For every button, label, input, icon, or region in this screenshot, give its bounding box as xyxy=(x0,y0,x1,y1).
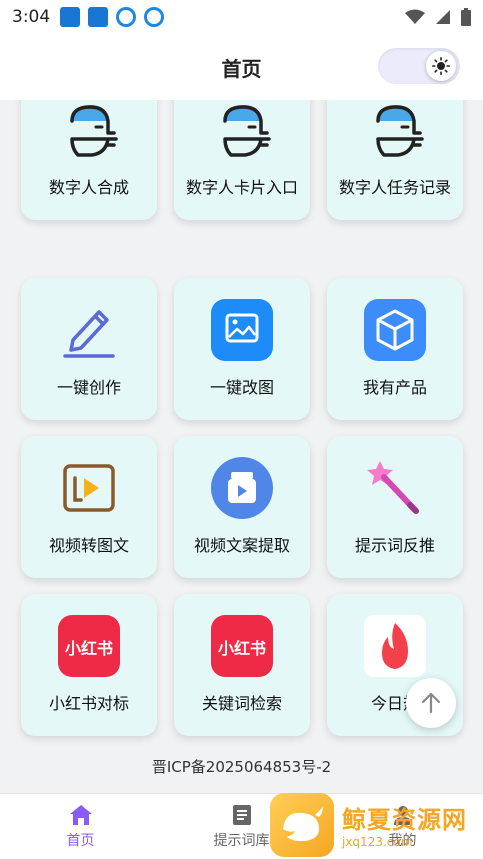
card-label: 小红书对标 xyxy=(48,694,129,713)
notification-app-icon xyxy=(60,7,81,27)
fire-icon xyxy=(363,614,427,678)
status-bar: 3:04 xyxy=(0,0,483,34)
digital-human-icon xyxy=(57,100,121,162)
card-digital-human-tasks[interactable]: 数字人任务记录 xyxy=(327,100,463,220)
icp-record-text[interactable]: 晋ICP备2025064853号-2 xyxy=(0,756,483,777)
xiaohongshu-logo-text: 小红书 xyxy=(65,639,113,658)
card-my-products[interactable]: 我有产品 xyxy=(327,278,463,420)
sun-icon xyxy=(432,57,450,75)
whale-logo-icon xyxy=(270,792,334,857)
video-play-icon xyxy=(57,456,121,520)
card-digital-human-card[interactable]: 数字人卡片入口 xyxy=(174,100,310,220)
notification-ring-icon xyxy=(116,7,137,27)
card-label: 我有产品 xyxy=(362,378,427,397)
notification-icons xyxy=(60,7,165,27)
battery-icon xyxy=(461,8,471,26)
toggle-knob xyxy=(426,51,456,81)
signal-icon xyxy=(436,10,450,24)
digital-human-icon xyxy=(210,100,274,162)
card-prompt-reverse[interactable]: 提示词反推 xyxy=(327,436,463,578)
wifi-icon xyxy=(405,9,425,24)
card-video-copy-extract[interactable]: 视频文案提取 xyxy=(174,436,310,578)
document-icon xyxy=(232,804,251,825)
xiaohongshu-icon: 小红书 xyxy=(210,614,274,678)
content-area[interactable]: 数字人合成 数字人卡片入口 数字人任务记录 一键创作 一键改图 我有产品 视频转… xyxy=(0,100,483,793)
scroll-to-top-button[interactable] xyxy=(406,678,456,728)
tab-home[interactable]: 首页 xyxy=(0,794,161,859)
card-label: 视频文案提取 xyxy=(193,536,290,555)
xiaohongshu-icon: 小红书 xyxy=(57,614,121,678)
card-label: 数字人卡片入口 xyxy=(185,178,298,197)
card-one-click-create[interactable]: 一键创作 xyxy=(21,278,157,420)
home-icon xyxy=(69,804,92,825)
digital-human-icon xyxy=(363,100,427,162)
status-time: 3:04 xyxy=(12,7,51,27)
image-edit-icon xyxy=(210,298,274,362)
card-label: 关键词检索 xyxy=(201,694,282,713)
theme-toggle[interactable] xyxy=(378,48,460,84)
pencil-icon xyxy=(57,298,121,362)
tab-label: 提示词库 xyxy=(213,832,270,849)
notification-app-icon xyxy=(88,7,109,27)
card-digital-human-synthesis[interactable]: 数字人合成 xyxy=(21,100,157,220)
notification-ring-icon xyxy=(144,7,165,27)
site-watermark: 鲸夏资源网 jxq123.com xyxy=(270,790,483,859)
arrow-up-icon xyxy=(421,692,441,714)
card-label: 一键改图 xyxy=(209,378,274,397)
xiaohongshu-logo-text: 小红书 xyxy=(218,639,266,658)
box-icon xyxy=(363,298,427,362)
card-label: 数字人合成 xyxy=(48,178,129,197)
header: 首页 xyxy=(0,34,483,100)
card-label: 数字人任务记录 xyxy=(338,178,451,197)
card-one-click-edit-image[interactable]: 一键改图 xyxy=(174,278,310,420)
card-label: 提示词反推 xyxy=(354,536,435,555)
video-text-icon xyxy=(210,456,274,520)
watermark-name: 鲸夏资源网 xyxy=(342,806,467,834)
card-label: 一键创作 xyxy=(56,378,121,397)
watermark-url: jxq123.com xyxy=(342,835,413,849)
page-title: 首页 xyxy=(221,56,262,81)
card-keyword-search[interactable]: 小红书 关键词检索 xyxy=(174,594,310,736)
card-xiaohongshu-benchmark[interactable]: 小红书 小红书对标 xyxy=(21,594,157,736)
tab-label: 首页 xyxy=(66,832,95,849)
card-video-to-text[interactable]: 视频转图文 xyxy=(21,436,157,578)
card-label: 视频转图文 xyxy=(48,536,129,555)
magic-wand-icon xyxy=(363,456,427,520)
